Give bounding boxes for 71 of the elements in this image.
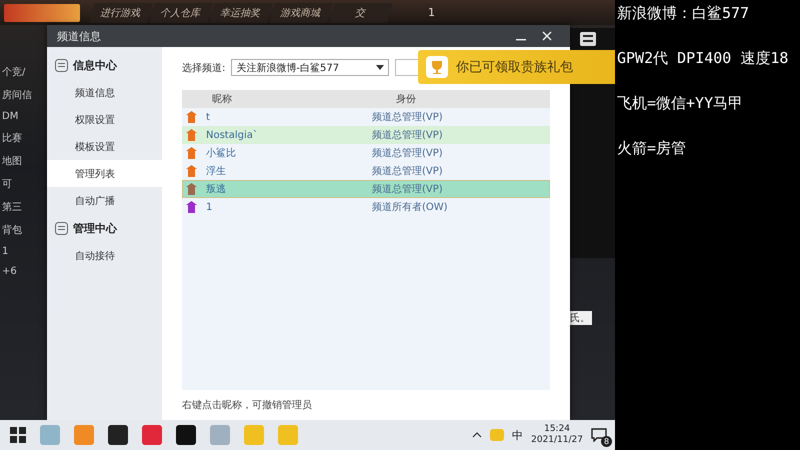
trophy-icon [426,56,448,78]
game-label: 可 [2,178,13,191]
game-tab[interactable]: 个人仓库 [149,2,213,22]
table-row[interactable]: 1 频道所有者(OW) [182,198,550,216]
table-row[interactable]: 小鲨比 频道总管理(VP) [182,144,550,162]
game-label: 1 [2,246,10,257]
app-icon[interactable] [142,425,162,445]
overlay-text: GPW2代 DPI400 速度18 [617,49,790,68]
nickname-cell-text: 叛逃 [206,182,227,196]
list-icon[interactable] [580,32,596,46]
game-tab[interactable]: 幸运抽奖 [209,2,273,22]
sidebar-item[interactable]: 自动广播 [47,187,162,214]
nickname-cell-text: t [206,112,211,122]
nickname-cell-text: 小鲨比 [206,146,237,160]
game-tab[interactable]: 交 [329,2,393,22]
notification-count: 8 [601,436,612,447]
channel-dropdown[interactable]: 关注新浪微博-白鲨577 [231,59,390,76]
role-cell-text: 频道总管理(VP) [372,146,444,160]
close-icon [542,30,552,40]
table-row[interactable]: Nostalgia` 频道总管理(VP) [182,126,550,144]
table-row[interactable]: 浮生 频道总管理(VP) [182,162,550,180]
game-label: +6 [2,266,18,277]
minimize-icon [516,38,526,40]
column-header: 身份 [395,93,417,106]
taskbar-clock[interactable]: 15:24 2021/11/27 [531,424,583,446]
input-method-indicator[interactable]: 中 [512,428,524,442]
game-tab[interactable]: 进行游戏 [89,2,153,22]
section-icon [55,222,68,234]
nickname-cell-text: Nostalgia` [206,130,259,140]
gift-notification[interactable]: 你已可领取贵族礼包 [418,50,615,84]
role-cell-text: 频道总管理(VP) [372,164,444,178]
table-row[interactable]: t 频道总管理(VP) [182,108,550,126]
game-label: 地图 [2,154,23,168]
overlay-text: 飞机=微信+YY马甲 [617,94,744,113]
role-cell-text: 频道总管理(VP) [372,110,444,124]
sidebar-item[interactable]: 权限设置 [47,106,162,133]
section-icon [55,58,68,72]
role-cell-text: 频道总管理(VP) [372,128,444,142]
sidebar-heading: 管理中心 [73,220,117,236]
sidebar-item[interactable]: 频道信息 [47,79,162,106]
role-cell-text: 频道所有者(OW) [372,200,449,214]
app-icon[interactable] [108,425,128,445]
game-label: 房间信 [2,88,33,102]
game-tab[interactable]: 游戏商城 [269,2,333,22]
channel-label: 选择频道: [182,62,226,74]
nickname-cell-text: 浮生 [206,164,227,178]
game-label: 个竞/ [2,66,26,79]
column-header: 昵称 [211,93,233,106]
sidebar-item[interactable]: 管理列表 [47,160,162,187]
sidebar-item[interactable]: 模板设置 [47,133,162,160]
sidebar-heading: 信息中心 [73,58,117,72]
page-text: 氏。 [568,311,592,325]
nickname-cell-text: 1 [206,202,214,212]
game-counter: 1 [428,6,435,19]
game-label: 背包 [2,224,23,237]
notification-text: 你已可领取贵族礼包 [456,59,573,76]
tray-app-icon[interactable] [490,429,504,441]
overlay-text: 新浪微博：白鲨577 [617,4,750,23]
app-icon[interactable] [176,425,196,445]
caret-up-icon[interactable] [472,432,482,438]
hint-text: 右键点击昵称，可撤销管理员 [182,398,313,412]
dropdown-caret-icon [376,65,384,70]
windows-start-icon[interactable] [10,427,26,443]
game-label: DM [2,111,20,122]
dialog-title: 频道信息 [57,28,102,44]
role-cell-text: 频道总管理(VP) [372,182,444,196]
overlay-text: 火箭=房管 [617,139,688,158]
sidebar-item[interactable]: 自动接待 [47,242,162,269]
table-row[interactable]: 叛逃 频道总管理(VP) [182,180,550,198]
game-label: 比赛 [2,132,23,145]
game-label: 第三 [2,201,23,214]
